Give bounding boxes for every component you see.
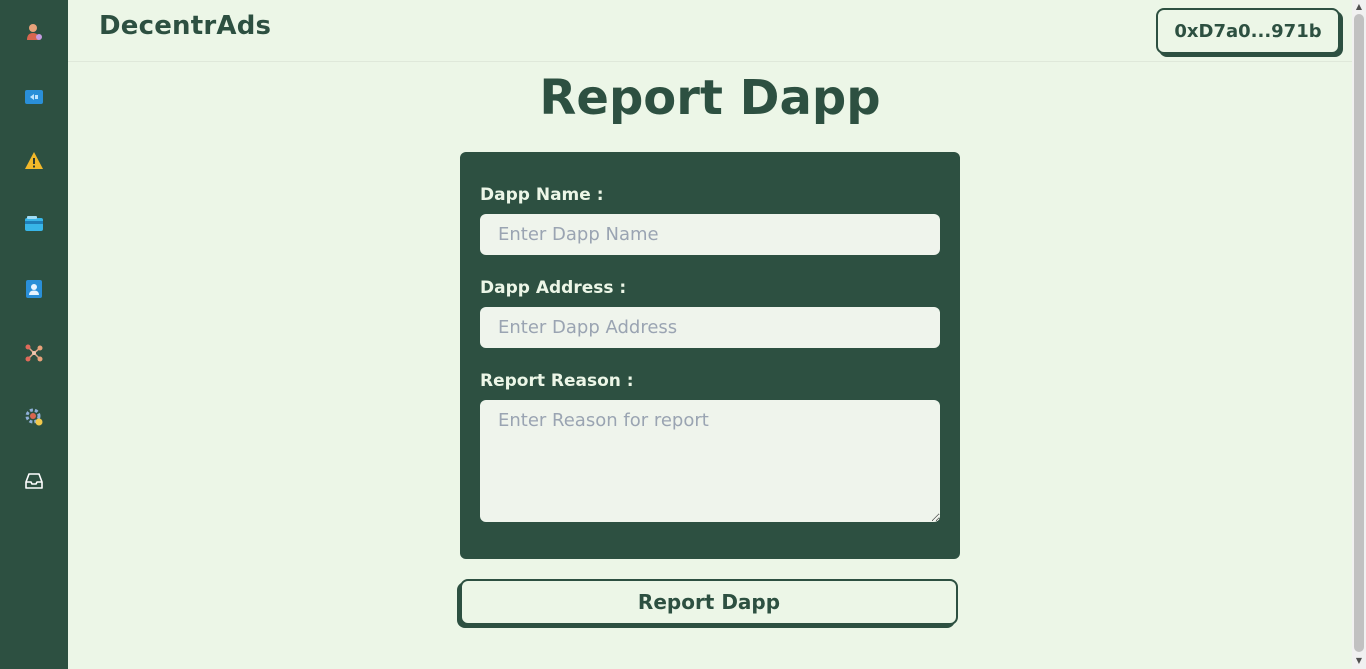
report-form: Dapp Name : Dapp Address : Report Reason… xyxy=(460,152,960,559)
contact-icon xyxy=(26,280,42,298)
dapp-address-label: Dapp Address : xyxy=(480,278,627,298)
sidebar-item-contacts[interactable] xyxy=(24,279,44,299)
sidebar-item-ads[interactable] xyxy=(24,87,44,107)
dapp-name-input[interactable] xyxy=(480,214,940,255)
ad-campaign-icon xyxy=(25,90,43,104)
sidebar-item-reports[interactable] xyxy=(24,151,44,171)
warning-icon xyxy=(25,152,43,169)
dapp-name-label: Dapp Name : xyxy=(480,185,604,205)
scrollbar-thumb[interactable] xyxy=(1354,14,1364,652)
sidebar-item-inbox[interactable] xyxy=(24,471,44,491)
page-title: Report Dapp xyxy=(539,70,881,126)
wallet-address-button[interactable]: 0xD7a0...971b xyxy=(1156,8,1340,54)
inbox-icon xyxy=(25,473,43,489)
sidebar-item-profile[interactable] xyxy=(24,22,44,42)
sidebar-item-network[interactable] xyxy=(24,343,44,363)
sidebar-item-wallet[interactable] xyxy=(24,214,44,234)
scroll-down-arrow-icon[interactable]: ▼ xyxy=(1354,656,1364,666)
brand-logo-text[interactable]: DecentrAds xyxy=(99,11,271,41)
sidebar xyxy=(0,0,68,669)
report-reason-textarea[interactable] xyxy=(480,400,940,522)
report-reason-label: Report Reason : xyxy=(480,371,634,391)
top-header: DecentrAds 0xD7a0...971b xyxy=(68,0,1352,62)
report-dapp-button[interactable]: Report Dapp xyxy=(460,579,958,625)
sidebar-item-settings[interactable] xyxy=(24,407,44,427)
scroll-up-arrow-icon[interactable]: ▲ xyxy=(1354,2,1364,12)
wallet-card-icon xyxy=(25,216,43,231)
settings-gear-icon xyxy=(25,408,43,426)
network-nodes-icon xyxy=(25,344,43,362)
user-profile-icon xyxy=(27,24,42,40)
dapp-address-input[interactable] xyxy=(480,307,940,348)
app-root: DecentrAds 0xD7a0...971b ▲ ▼ Report Dapp… xyxy=(0,0,1366,669)
